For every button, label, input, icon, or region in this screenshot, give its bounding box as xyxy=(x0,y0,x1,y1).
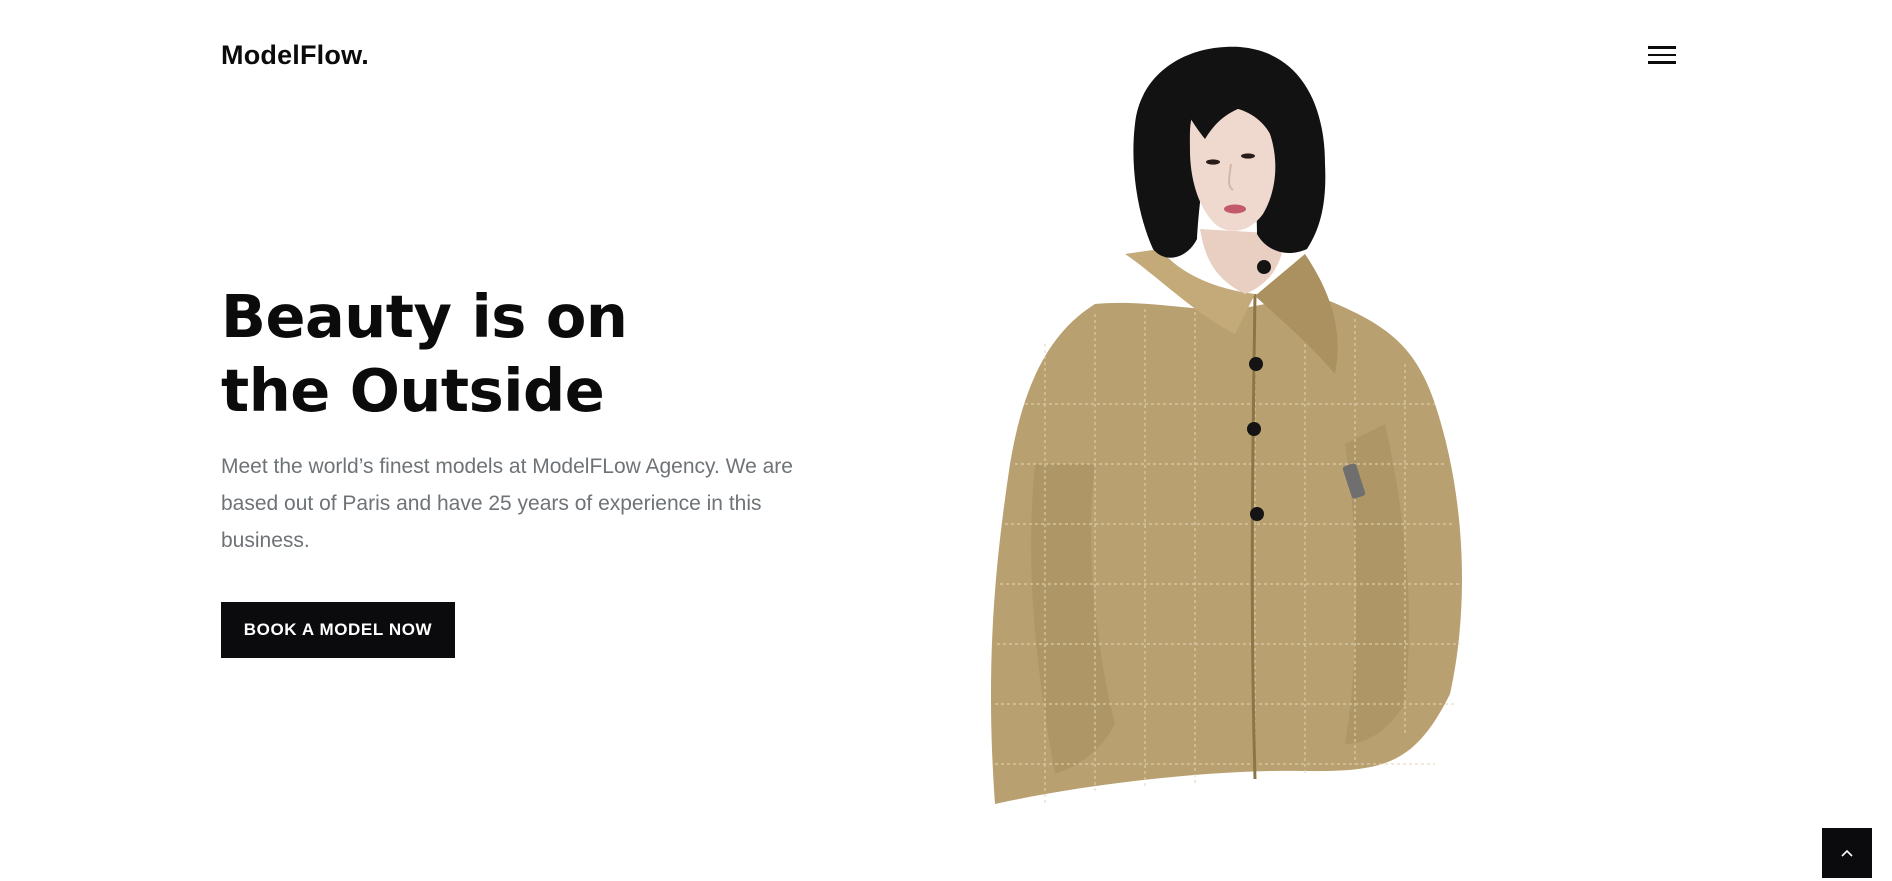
hero-section: Beauty is on the Outside Meet the world’… xyxy=(221,280,861,658)
menu-bar xyxy=(1648,46,1676,49)
hero-title-line-1: Beauty is on xyxy=(221,282,628,351)
brand-logo[interactable]: ModelFlow. xyxy=(221,40,369,71)
chevron-up-icon xyxy=(1841,849,1853,857)
left-eye xyxy=(1206,159,1220,165)
scroll-to-top-button[interactable] xyxy=(1822,828,1872,878)
jacket-button xyxy=(1247,422,1261,436)
hamburger-menu-icon[interactable] xyxy=(1648,44,1676,66)
hero-title: Beauty is on the Outside xyxy=(221,280,861,428)
book-model-button[interactable]: BOOK A MODEL NOW xyxy=(221,602,455,658)
right-eye xyxy=(1241,153,1255,159)
model-photo xyxy=(990,46,1462,804)
hero-title-line-2: the Outside xyxy=(221,356,605,425)
menu-bar xyxy=(1648,53,1676,57)
lips xyxy=(1224,204,1246,214)
menu-bar xyxy=(1648,61,1676,64)
jacket-button xyxy=(1257,260,1271,274)
jacket-button xyxy=(1249,357,1263,371)
hero-description: Meet the world’s finest models at ModelF… xyxy=(221,455,793,552)
jacket-button xyxy=(1250,507,1264,521)
